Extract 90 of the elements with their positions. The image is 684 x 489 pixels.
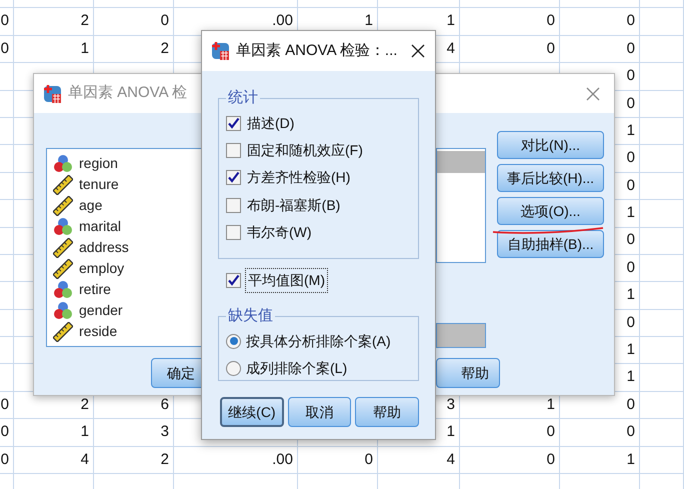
checkbox-label: 平均值图(M) [245, 268, 328, 292]
checkbox[interactable] [226, 143, 241, 158]
table-cell-text: 3 [446, 394, 455, 415]
table-cell-text: 0 [626, 394, 635, 415]
table-cell-text: 0 [626, 148, 635, 168]
table-cell-text: 0 [626, 38, 635, 59]
checkbox-label: 固定和随机效应(F) [247, 141, 363, 160]
dialog-button[interactable]: 取消 [288, 397, 352, 427]
radio-label: 按具体分析排除个案(A) [246, 332, 391, 351]
dialog-button[interactable]: 事后比较(H)... [497, 164, 604, 192]
dialog-button[interactable]: 帮助 [355, 397, 419, 427]
radio-label: 成列排除个案(L) [246, 358, 348, 378]
table-cell-text: 0 [160, 11, 169, 32]
table-cell-text: 0 [626, 94, 635, 114]
table-cell-text: 1 [364, 11, 373, 32]
table-cell-text: 0 [0, 38, 9, 59]
dialog-button[interactable]: 对比(N)... [497, 131, 604, 159]
table-cell-text: 1 [446, 422, 455, 442]
nominal-measure-icon [53, 280, 73, 300]
table-cell-text: 2 [80, 394, 89, 415]
table-cell-text: 0 [546, 11, 555, 32]
table-cell-text: 0 [626, 66, 635, 86]
selected-row-bar [437, 151, 485, 173]
checkbox[interactable] [226, 225, 241, 240]
table-cell-text: .00 [272, 450, 293, 470]
dialog-button[interactable]: 自助抽样(B)... [497, 230, 604, 258]
table-cell-text: 1 [446, 11, 455, 32]
table-cell-text: 1 [626, 450, 635, 470]
checkbox-label: 方差齐性检验(H) [247, 168, 350, 188]
variable-item[interactable]: employ [53, 258, 245, 279]
table-cell-text: 0 [626, 11, 635, 32]
table-cell-text: 0 [546, 450, 555, 470]
variable-item[interactable]: age [53, 195, 245, 216]
table-cell-text: 0 [626, 258, 635, 278]
variable-item[interactable]: region [53, 153, 245, 174]
table-cell-text: 0 [626, 422, 635, 442]
variable-item[interactable]: address [53, 237, 245, 258]
close-icon[interactable] [411, 44, 425, 58]
table-cell-text: 1 [626, 340, 635, 360]
window-title: 单因素 ANOVA 检 [68, 83, 187, 104]
checkbox[interactable] [226, 170, 241, 186]
table-cell-text: 0 [546, 422, 555, 442]
dialog-button[interactable]: 选项(O)... [497, 197, 604, 225]
nominal-measure-icon [53, 216, 73, 236]
table-cell-text: 0 [0, 450, 9, 470]
table-cell-text: 0 [546, 38, 555, 59]
table-cell-text: .00 [272, 11, 293, 32]
table-cell-text: 0 [626, 176, 635, 196]
checkbox[interactable] [226, 116, 241, 131]
table-cell-text: 1 [626, 203, 635, 224]
group-title: 统计 [227, 88, 259, 108]
app-icon [211, 41, 231, 61]
variable-item[interactable]: marital [53, 216, 245, 237]
nominal-measure-icon [53, 154, 73, 174]
radio-button[interactable] [226, 334, 241, 348]
factor-field[interactable] [436, 323, 486, 348]
table-cell-text: 0 [0, 394, 9, 415]
table-cell-text: 4 [446, 38, 455, 59]
dialog-button[interactable]: 帮助 [436, 358, 500, 388]
nominal-measure-icon [53, 300, 73, 320]
table-cell-text: 0 [0, 11, 9, 32]
checkbox[interactable] [226, 272, 241, 288]
table-cell-text: 1 [626, 120, 635, 141]
table-cell-text: 1 [546, 394, 555, 415]
table-cell-text: 0 [626, 312, 635, 333]
checkbox-label: 韦尔奇(W) [247, 223, 312, 242]
table-cell-text: 1 [626, 367, 635, 388]
table-cell-text: 0 [626, 230, 635, 250]
table-cell-text: 4 [80, 450, 89, 470]
table-cell-text: 2 [80, 11, 89, 32]
dependent-list[interactable] [436, 148, 486, 263]
checkbox-label: 布朗-福塞斯(B) [247, 196, 340, 215]
table-cell-text: 3 [160, 422, 169, 442]
table-cell-text: 2 [160, 38, 169, 59]
checkbox[interactable] [226, 198, 241, 213]
table-cell-text: 6 [160, 394, 169, 415]
table-cell-text: 4 [446, 450, 455, 470]
table-cell-text: 2 [160, 450, 169, 470]
variable-item[interactable]: retire [53, 279, 245, 300]
variable-item[interactable]: tenure [53, 174, 245, 195]
radio-button[interactable] [226, 360, 241, 376]
table-cell-text: 0 [0, 422, 9, 442]
app-icon [43, 84, 63, 104]
table-cell-text: 1 [80, 422, 89, 442]
table-cell-text: 1 [80, 38, 89, 59]
checkbox-label: 描述(D) [247, 114, 294, 133]
table-cell-text: 0 [364, 450, 373, 470]
table-cell-text: 1 [626, 285, 635, 306]
window-title: 单因素 ANOVA 检验：... [236, 40, 398, 61]
dialog-button[interactable]: 继续(C) [220, 397, 284, 427]
